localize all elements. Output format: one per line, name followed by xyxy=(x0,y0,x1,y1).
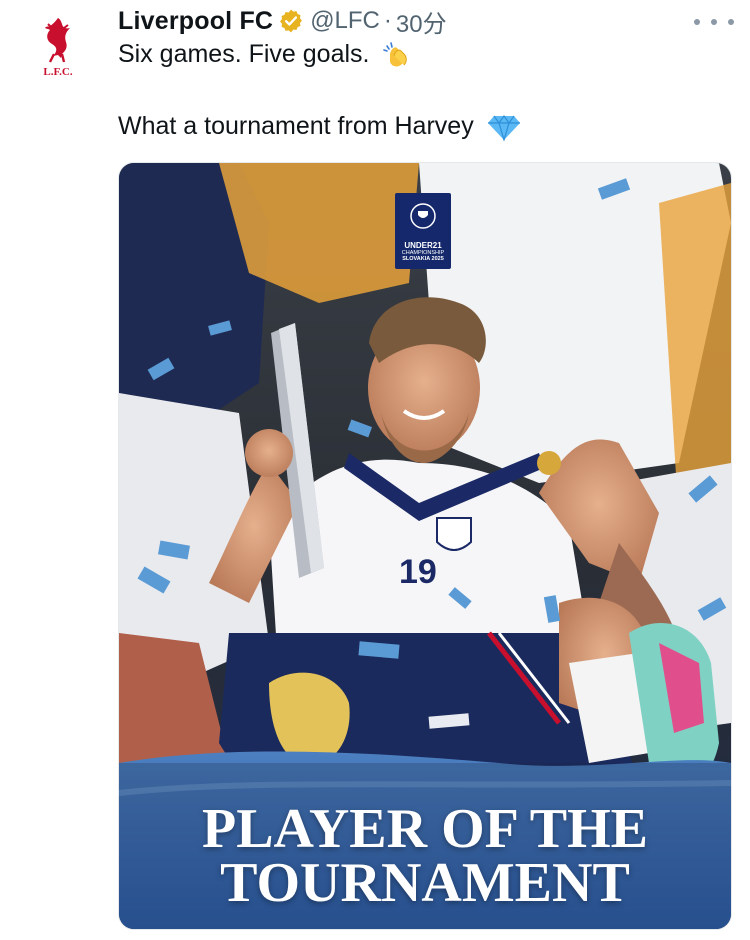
more-dot xyxy=(728,19,734,25)
author-name[interactable]: Liverpool FC xyxy=(118,7,273,36)
verified-badge-icon[interactable] xyxy=(278,8,304,34)
author-handle[interactable]: @LFC xyxy=(310,7,380,35)
caption-line-1: PLAYER OF THE xyxy=(201,798,649,860)
tweet-line-1: Six games. Five goals. xyxy=(118,40,370,68)
tweet-media-image[interactable]: 19 UNDER21 CHAMPIONSHIP SLOVAKIA 2025 PL… xyxy=(118,162,732,930)
more-dot xyxy=(694,19,700,25)
more-dot xyxy=(711,19,717,25)
badge-location: SLOVAKIA 2025 xyxy=(402,256,444,262)
gem-icon xyxy=(487,115,520,142)
avatar-label: L.F.C. xyxy=(43,66,73,78)
timestamp[interactable]: 30分 xyxy=(396,4,447,39)
uefa-trophy-icon xyxy=(410,203,436,229)
shirt-number: 19 xyxy=(399,553,437,591)
avatar[interactable]: L.F.C. xyxy=(28,14,88,80)
more-options-icon[interactable] xyxy=(694,10,734,34)
tournament-badge: UNDER21 CHAMPIONSHIP SLOVAKIA 2025 xyxy=(395,193,451,269)
tweet-text-line-1: Six games. Five goals. xyxy=(118,40,412,70)
badge-title: UNDER21 xyxy=(404,241,442,250)
tweet-text-line-2: What a tournament from Harvey xyxy=(118,112,521,142)
separator-dot: · xyxy=(383,7,392,34)
tweet-line-2: What a tournament from Harvey xyxy=(118,112,474,140)
tweet-header: Liverpool FC @LFC · 30分 xyxy=(118,4,447,38)
clapping-hands-icon xyxy=(383,42,408,67)
caption-line-2: TOURNAMENT xyxy=(220,852,630,914)
